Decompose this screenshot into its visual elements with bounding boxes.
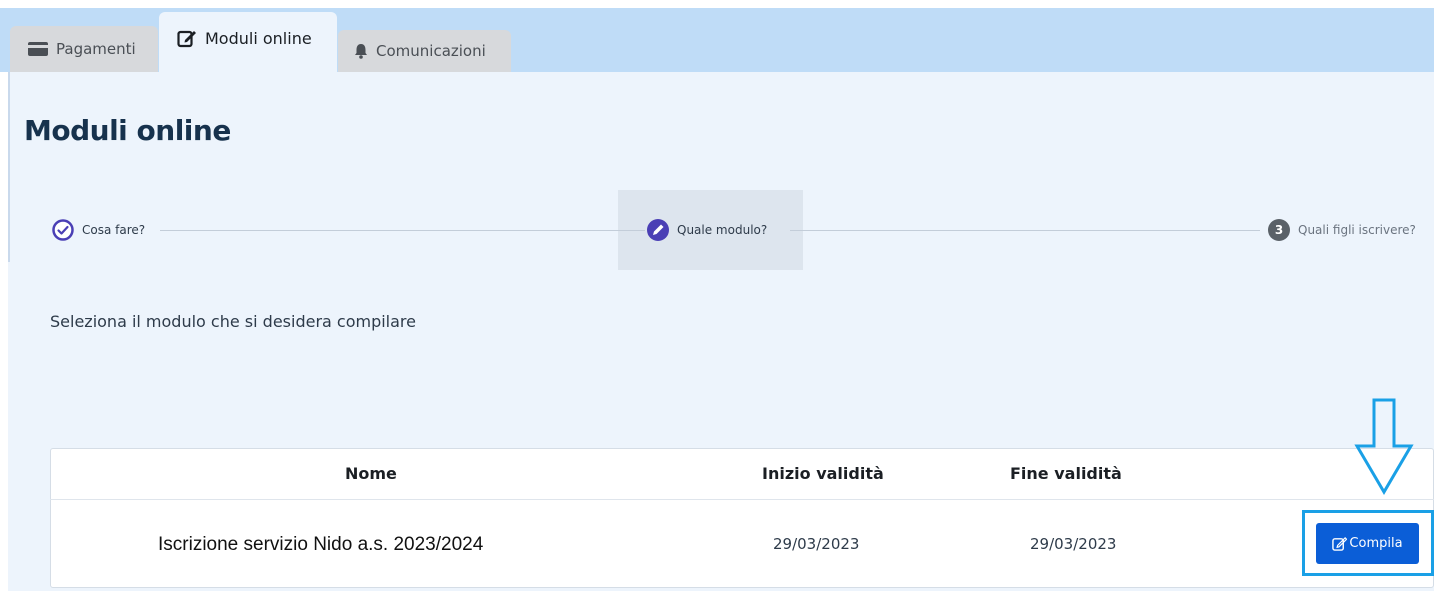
column-header-inizio-validita: Inizio validità — [762, 464, 884, 483]
step-label: Quali figli iscrivere? — [1298, 223, 1416, 237]
step-connector — [160, 230, 645, 231]
credit-card-icon — [28, 42, 48, 56]
edit-icon — [1332, 537, 1348, 551]
page-title: Moduli online — [24, 114, 231, 147]
tab-comunicazioni[interactable]: Comunicazioni — [338, 30, 511, 72]
column-header-fine-validita: Fine validità — [1010, 464, 1122, 483]
tab-label: Moduli online — [205, 28, 312, 48]
bell-icon — [355, 44, 367, 59]
cell-inizio-validita: 29/03/2023 — [773, 535, 860, 553]
tab-label: Pagamenti — [56, 40, 136, 58]
step-label: Cosa fare? — [82, 223, 146, 237]
tab-label: Comunicazioni — [376, 42, 486, 60]
down-arrow-annotation-icon — [1354, 398, 1414, 495]
column-header-nome: Nome — [345, 464, 397, 483]
step-quale-modulo[interactable]: Quale modulo? — [647, 219, 767, 241]
page: Pagamenti Comunicazioni Moduli online Mo… — [0, 0, 1434, 591]
compila-button[interactable]: Compila — [1316, 523, 1419, 564]
step-quali-figli[interactable]: 3 Quali figli iscrivere? — [1268, 219, 1416, 241]
cell-nome: Iscrizione servizio Nido a.s. 2023/2024 — [158, 534, 484, 555]
step-connector — [790, 230, 1260, 231]
instruction-text: Seleziona il modulo che si desidera comp… — [50, 312, 416, 331]
step-label: Quale modulo? — [677, 223, 768, 237]
step-number: 3 — [1268, 219, 1290, 241]
tab-pagamenti[interactable]: Pagamenti — [10, 26, 158, 72]
table-header-divider — [50, 499, 1434, 500]
panel-left-border — [8, 72, 10, 262]
step-cosa-fare[interactable]: Cosa fare? — [52, 219, 145, 241]
pencil-circle-icon — [647, 219, 669, 241]
edit-icon — [177, 30, 196, 48]
cell-fine-validita: 29/03/2023 — [1030, 535, 1117, 553]
moduli-table — [50, 448, 1434, 588]
compila-label: Compila — [1349, 536, 1403, 551]
check-circle-icon — [52, 219, 74, 241]
tab-moduli-online[interactable]: Moduli online — [159, 12, 337, 72]
